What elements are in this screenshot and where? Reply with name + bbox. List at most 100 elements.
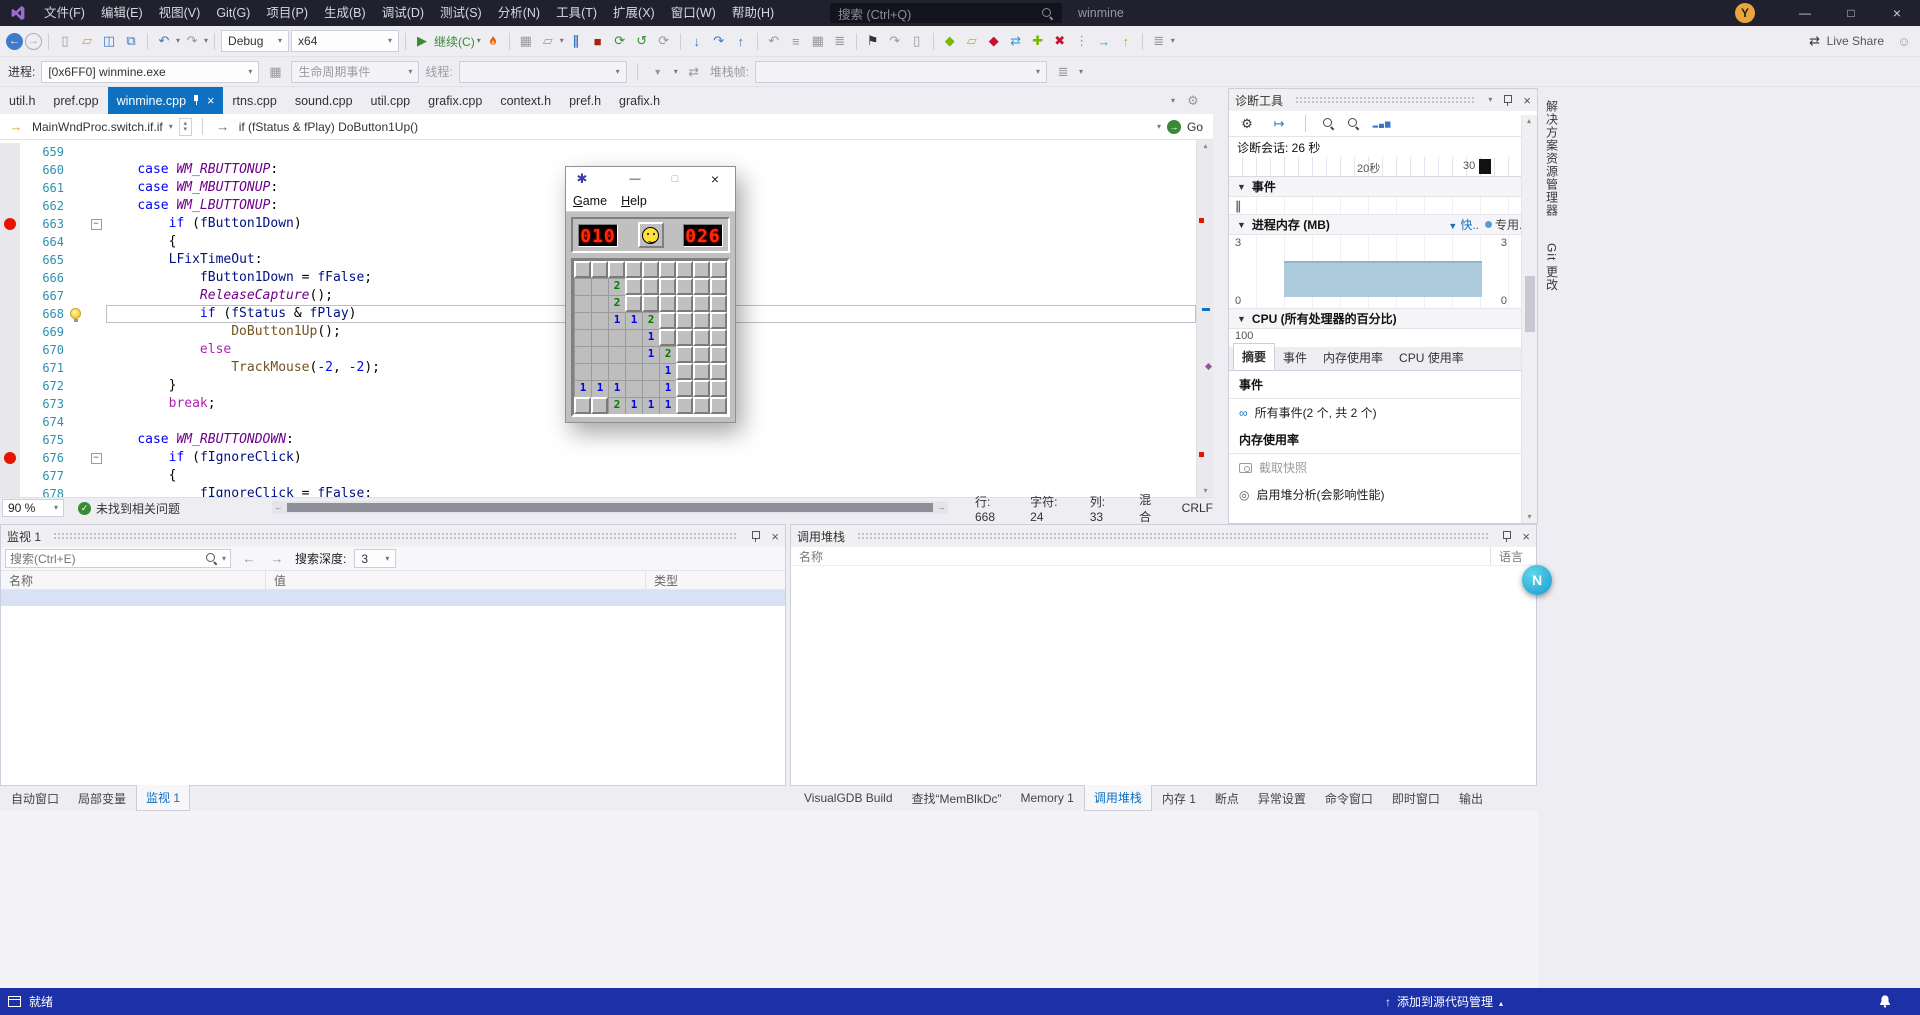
minesweeper-menu-item[interactable]: Help — [621, 194, 647, 208]
ext-deploy-icon[interactable] — [1094, 30, 1114, 52]
fold-margin[interactable] — [86, 233, 106, 251]
fold-margin[interactable] — [86, 251, 106, 269]
breakpoint-margin[interactable] — [0, 215, 20, 233]
menu-item[interactable]: 文件(F) — [36, 0, 93, 26]
menu-item[interactable]: 调试(D) — [374, 0, 432, 26]
tool-window-tab[interactable]: Memory 1 — [1012, 787, 1083, 809]
fold-margin[interactable] — [86, 323, 106, 341]
quick-search-box[interactable]: 搜索 (Ctrl+Q) — [830, 3, 1062, 23]
take-snapshot-button[interactable]: 截取快照 — [1229, 454, 1523, 481]
mine-cell[interactable] — [625, 278, 642, 295]
menu-item[interactable]: 视图(V) — [151, 0, 209, 26]
process-dropdown[interactable]: [0x6FF0] winmine.exe — [41, 61, 259, 83]
breakpoint-margin[interactable] — [0, 287, 20, 305]
mine-cell[interactable] — [710, 346, 727, 363]
fold-margin[interactable] — [86, 269, 106, 287]
mine-cell[interactable] — [608, 346, 625, 363]
pin-icon[interactable] — [192, 95, 201, 106]
mine-cell[interactable] — [659, 278, 676, 295]
zoom-in-icon[interactable] — [1322, 117, 1335, 130]
visualgdb-package-icon[interactable] — [962, 30, 982, 52]
fold-margin[interactable] — [86, 377, 106, 395]
mine-cell[interactable]: 1 — [659, 380, 676, 397]
horizontal-scroll-thumb[interactable] — [287, 503, 933, 512]
go-label[interactable]: Go — [1187, 120, 1203, 134]
mine-cell[interactable] — [693, 380, 710, 397]
all-events-link[interactable]: 所有事件(2 个, 共 2 个) — [1229, 399, 1523, 426]
menu-item[interactable]: 工具(T) — [548, 0, 605, 26]
break-all-icon[interactable] — [566, 30, 586, 52]
mine-cell[interactable] — [608, 261, 625, 278]
scroll-left-arrow-icon[interactable] — [272, 503, 285, 512]
minesweeper-minimize-button[interactable] — [615, 167, 655, 191]
breakpoint-margin[interactable] — [0, 395, 20, 413]
fold-margin[interactable] — [86, 287, 106, 305]
minefield-grid[interactable]: 22112112111112111 — [571, 258, 730, 417]
mine-cell[interactable] — [710, 261, 727, 278]
mine-cell[interactable] — [591, 397, 608, 414]
mine-cell[interactable] — [676, 346, 693, 363]
code-line[interactable]: 659 — [0, 143, 1196, 161]
events-track[interactable] — [1229, 197, 1537, 215]
diagnostics-tab[interactable]: 内存使用率 — [1315, 345, 1391, 370]
diagnostics-tab[interactable]: CPU 使用率 — [1391, 345, 1472, 370]
mine-cell[interactable] — [608, 363, 625, 380]
mine-cell[interactable] — [710, 312, 727, 329]
floating-badge-n[interactable]: N — [1522, 565, 1552, 595]
mine-cell[interactable] — [693, 363, 710, 380]
rail-tab[interactable]: Git 更改 — [1544, 243, 1561, 292]
breakpoint-margin[interactable] — [0, 431, 20, 449]
tool-window-tab[interactable]: 输出 — [1450, 786, 1492, 811]
menu-item[interactable]: 帮助(H) — [724, 0, 782, 26]
maximize-button[interactable] — [1828, 0, 1874, 26]
fold-margin[interactable] — [86, 143, 106, 161]
mine-cell[interactable] — [659, 312, 676, 329]
breakpoints-window-icon[interactable] — [516, 30, 536, 52]
breakpoint-margin[interactable] — [0, 413, 20, 431]
fold-margin[interactable] — [86, 215, 106, 233]
breakpoint-margin[interactable] — [0, 269, 20, 287]
mine-cell[interactable] — [591, 329, 608, 346]
mine-cell[interactable] — [574, 346, 591, 363]
minesweeper-menu-item[interactable]: Game — [573, 194, 607, 208]
solution-config-dropdown[interactable]: Debug — [221, 30, 289, 52]
lightbulb-icon[interactable] — [70, 308, 81, 319]
mine-cell[interactable] — [574, 278, 591, 295]
memory-window-icon[interactable] — [808, 30, 828, 52]
stop-debugging-icon[interactable] — [588, 30, 608, 52]
save-all-icon[interactable] — [121, 30, 141, 52]
mine-cell[interactable] — [625, 346, 642, 363]
editor-tab[interactable]: context.h — [491, 87, 560, 114]
run-to-cursor-icon[interactable] — [885, 30, 905, 52]
scroll-up-arrow-icon[interactable] — [1197, 140, 1214, 154]
code-line[interactable]: 677 { — [0, 467, 1196, 485]
menu-item[interactable]: Git(G) — [208, 0, 258, 26]
fold-margin[interactable] — [86, 197, 106, 215]
breadcrumb-scope[interactable]: MainWndProc.switch.if.if — [32, 120, 163, 134]
search-next-icon[interactable] — [267, 548, 287, 570]
menu-item[interactable]: 扩展(X) — [605, 0, 663, 26]
breakpoint-margin[interactable] — [0, 233, 20, 251]
open-file-icon[interactable] — [77, 30, 97, 52]
step-into-icon[interactable] — [687, 30, 707, 52]
continue-icon[interactable] — [412, 30, 432, 52]
tool-window-tab[interactable]: 内存 1 — [1153, 786, 1205, 811]
nav-back-icon[interactable] — [6, 33, 23, 50]
mine-cell[interactable]: 1 — [608, 380, 625, 397]
fold-margin[interactable] — [86, 449, 106, 467]
notification-bell-icon[interactable] — [1878, 994, 1892, 1012]
mine-cell[interactable]: 1 — [591, 380, 608, 397]
tool-window-tab[interactable]: 自动窗口 — [2, 786, 68, 811]
chevron-down-icon[interactable] — [1488, 96, 1492, 104]
feedback-icon[interactable] — [1894, 30, 1914, 52]
show-next-statement-icon[interactable] — [907, 30, 927, 52]
mine-cell[interactable]: 1 — [625, 312, 642, 329]
minesweeper-window[interactable]: GameHelp 010 026 22112112111112111 — [565, 166, 736, 423]
live-share-label[interactable]: Live Share — [1827, 34, 1884, 48]
mine-cell[interactable] — [710, 295, 727, 312]
redo-dropdown-icon[interactable] — [204, 37, 208, 45]
call-stack-panel-header[interactable]: 调用堆栈 — [791, 525, 1536, 547]
tool-window-tab[interactable]: 异常设置 — [1249, 786, 1315, 811]
member-dropdown-icon[interactable] — [1157, 123, 1161, 131]
menu-item[interactable]: 分析(N) — [490, 0, 548, 26]
